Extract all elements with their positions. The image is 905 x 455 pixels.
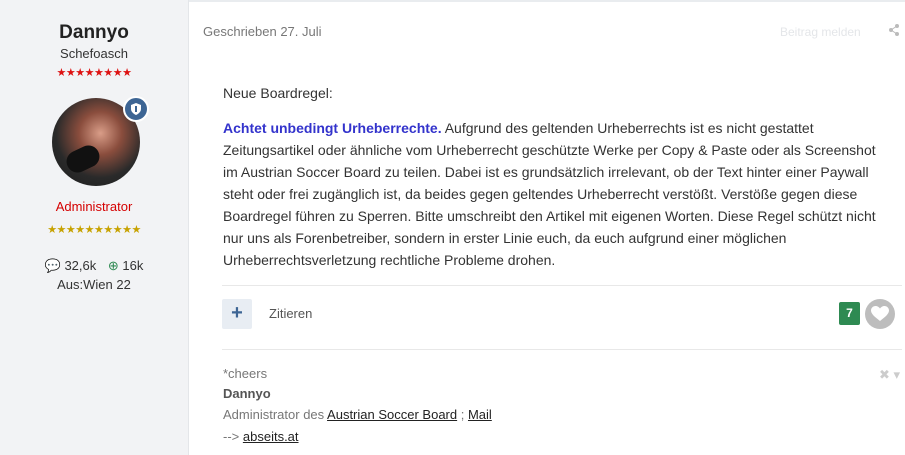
author-location: Aus:Wien 22 [57,277,131,292]
reputation-count: 16k [122,258,144,273]
rank-stars: ★★★★★★★★ [56,67,132,79]
author-stats: 💬 32,6k ⊕ 16k [0,258,188,274]
signature-line: --> abseits.at [223,429,299,444]
multiquote-button[interactable]: + [222,299,252,329]
shield-icon[interactable] [123,96,149,122]
post-highlight: Achtet unbedingt Urheberrechte. [223,120,442,136]
author-sidebar: Dannyo Schefoasch ★★★★★★★★ Administrator… [0,0,189,455]
heart-icon[interactable] [865,299,895,329]
post-date[interactable]: Geschrieben 27. Juli [203,24,322,39]
plus-circle-icon: ⊕ [107,258,119,273]
author-title: Schefoasch [60,46,128,61]
report-link[interactable]: Beitrag melden [780,25,861,39]
author-role: Administrator [55,199,133,214]
signature-controls[interactable]: ✖ ▾ [879,367,900,383]
reaction-count[interactable]: 7 [839,302,860,325]
top-divider [188,0,905,2]
share-icon[interactable] [888,24,900,39]
post-text: Aufgrund des geltenden Urheberrechts ist… [223,120,876,268]
divider [222,285,902,286]
author-name[interactable]: Dannyo [0,22,188,44]
signature-divider [222,349,902,350]
abseits-link[interactable]: abseits.at [243,429,299,444]
post-intro: Neue Boardregel: [223,85,333,101]
quote-button[interactable]: Zitieren [269,306,312,321]
signature-line: *cheers [223,366,268,381]
mail-link[interactable]: Mail [468,407,492,422]
role-stars: ★★★★★★★★★★ [47,224,141,236]
signature-line: Administrator des Austrian Soccer Board … [223,407,492,422]
signature-name: Dannyo [223,386,271,401]
board-link[interactable]: Austrian Soccer Board [327,407,457,422]
comment-icon: 💬 [44,258,61,273]
post-body: Achtet unbedingt Urheberrechte. Aufgrund… [223,117,893,271]
content-count: 32,6k [64,258,97,273]
